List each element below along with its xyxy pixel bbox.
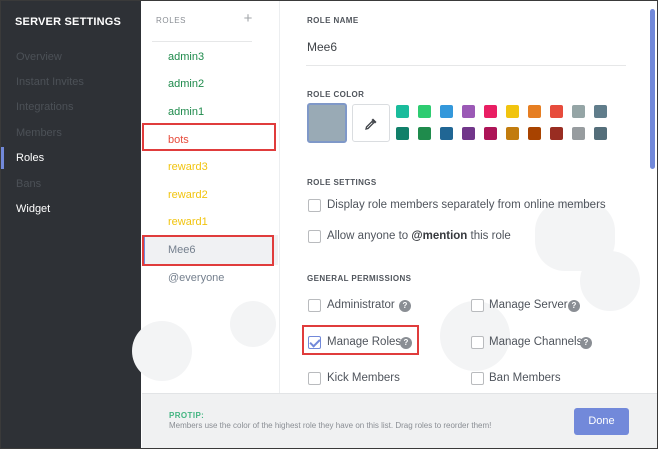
display-separately-label: Display role members separately from onl… <box>327 199 606 211</box>
manage-server-checkbox[interactable] <box>471 299 484 312</box>
role-item-reward1[interactable]: reward1 <box>142 211 278 233</box>
divider <box>306 65 626 66</box>
roles-header: ROLES <box>156 16 187 25</box>
kick-members-checkbox[interactable] <box>308 372 321 385</box>
sidebar-item-bans[interactable]: Bans <box>1 173 141 195</box>
general-permissions-label: GENERAL PERMISSIONS <box>307 274 412 283</box>
help-icon[interactable]: ? <box>399 300 411 312</box>
manage-channels-checkbox[interactable] <box>471 336 484 349</box>
sidebar-item-instant-invites[interactable]: Instant Invites <box>1 71 141 93</box>
highlight-box-bots <box>142 123 276 151</box>
role-item-reward3[interactable]: reward3 <box>142 156 278 178</box>
color-swatch[interactable] <box>594 127 607 140</box>
divider <box>152 41 252 42</box>
sidebar-item-members[interactable]: Members <box>1 122 141 144</box>
ban-members-checkbox[interactable] <box>471 372 484 385</box>
color-swatch[interactable] <box>528 127 541 140</box>
highlight-box-manage-roles <box>302 325 419 355</box>
protip-title: PROTIP: <box>169 411 205 420</box>
allow-mention-checkbox[interactable] <box>308 230 321 243</box>
highlight-box-mee6 <box>142 235 274 266</box>
background-decoration <box>132 321 192 381</box>
manage-server-label: Manage Server <box>489 299 568 311</box>
allow-mention-post: this role <box>467 230 511 242</box>
color-swatch[interactable] <box>396 127 409 140</box>
kick-members-label: Kick Members <box>327 372 400 384</box>
color-swatch[interactable] <box>440 105 453 118</box>
role-settings-panel: ROLE NAME Mee6 ROLE COLOR ROLE SETTINGS … <box>279 1 645 393</box>
color-swatch[interactable] <box>572 105 585 118</box>
color-swatch[interactable] <box>594 105 607 118</box>
display-separately-checkbox[interactable] <box>308 199 321 212</box>
eyedropper-glyph <box>365 118 377 131</box>
administrator-label: Administrator <box>327 299 395 311</box>
color-swatch[interactable] <box>462 105 475 118</box>
selected-color-swatch[interactable] <box>307 103 347 143</box>
help-icon[interactable]: ? <box>580 337 592 349</box>
protip-text: Members use the color of the highest rol… <box>169 421 492 430</box>
manage-channels-label: Manage Channels <box>489 336 583 348</box>
allow-mention-pre: Allow anyone to <box>327 230 412 242</box>
footer: PROTIP: Members use the color of the hig… <box>142 393 657 448</box>
scrollbar[interactable] <box>648 1 657 393</box>
help-icon[interactable]: ? <box>568 300 580 312</box>
color-swatch[interactable] <box>440 127 453 140</box>
role-item-admin1[interactable]: admin1 <box>142 101 278 123</box>
color-swatch[interactable] <box>484 127 497 140</box>
sidebar-title: SERVER SETTINGS <box>15 16 122 28</box>
color-swatch[interactable] <box>506 105 519 118</box>
color-swatch[interactable] <box>550 105 563 118</box>
role-item-everyone[interactable]: @everyone <box>142 267 278 289</box>
administrator-checkbox[interactable] <box>308 299 321 312</box>
ban-members-label: Ban Members <box>489 372 561 384</box>
eyedropper-icon[interactable] <box>352 104 390 142</box>
roles-list-panel: ROLES + admin3 admin2 admin1 bots reward… <box>132 1 278 393</box>
role-name-input[interactable]: Mee6 <box>307 40 337 54</box>
sidebar: SERVER SETTINGS Overview Instant Invites… <box>1 1 141 448</box>
sidebar-item-roles[interactable]: Roles <box>1 147 141 169</box>
background-decoration <box>580 251 640 311</box>
color-swatch[interactable] <box>550 127 563 140</box>
color-swatch[interactable] <box>528 105 541 118</box>
role-name-label: ROLE NAME <box>307 16 359 25</box>
sidebar-item-overview[interactable]: Overview <box>1 46 141 68</box>
sidebar-item-integrations[interactable]: Integrations <box>1 96 141 118</box>
color-swatch[interactable] <box>418 127 431 140</box>
color-swatch[interactable] <box>484 105 497 118</box>
done-button[interactable]: Done <box>574 408 629 435</box>
color-swatch[interactable] <box>462 127 475 140</box>
color-swatch[interactable] <box>418 105 431 118</box>
allow-mention-label: Allow anyone to @mention this role <box>327 230 511 242</box>
role-color-label: ROLE COLOR <box>307 90 365 99</box>
server-settings-window: SERVER SETTINGS Overview Instant Invites… <box>0 0 658 449</box>
role-item-admin2[interactable]: admin2 <box>142 73 278 95</box>
color-swatch[interactable] <box>396 105 409 118</box>
color-swatch[interactable] <box>506 127 519 140</box>
role-item-admin3[interactable]: admin3 <box>142 46 278 68</box>
role-settings-label: ROLE SETTINGS <box>307 178 377 187</box>
plus-icon[interactable]: + <box>241 9 255 29</box>
allow-mention-bold: @mention <box>411 230 468 242</box>
role-item-reward2[interactable]: reward2 <box>142 184 278 206</box>
sidebar-item-widget[interactable]: Widget <box>1 198 141 220</box>
scrollbar-thumb[interactable] <box>650 9 655 169</box>
background-decoration <box>230 301 276 347</box>
color-swatch[interactable] <box>572 127 585 140</box>
